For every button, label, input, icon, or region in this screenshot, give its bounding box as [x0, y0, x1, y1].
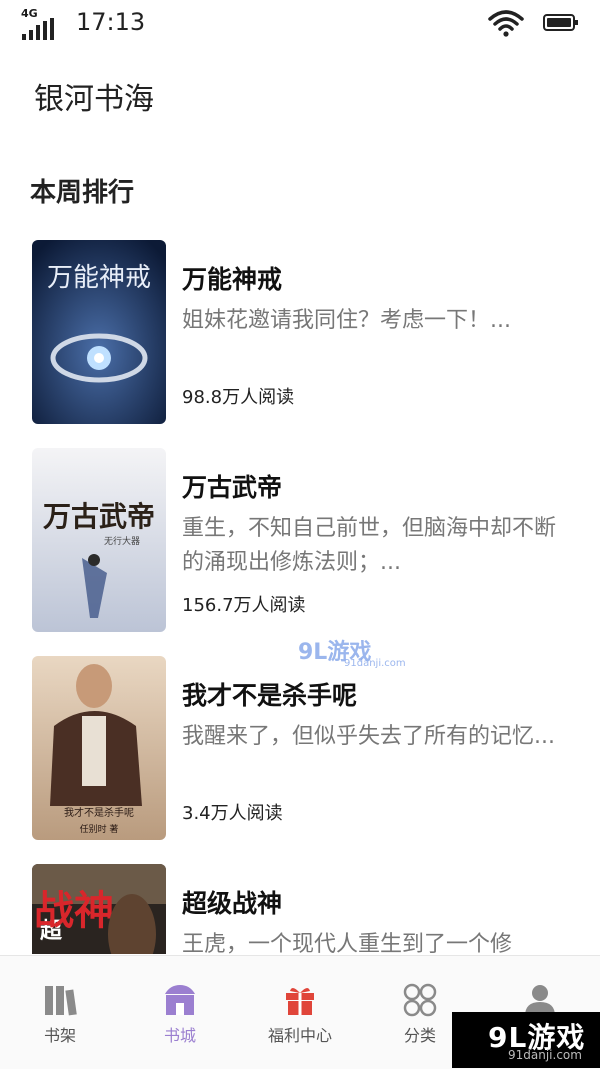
cover-title: 我才不是杀手呢	[64, 806, 134, 819]
tab-label: 书架	[43, 1026, 76, 1045]
cover-title: 万古武帝	[43, 500, 155, 533]
book-cover[interactable]: 超 战神	[32, 864, 166, 954]
book-description: 王虎，一个现代人重生到了一个修	[182, 932, 513, 954]
cover-author: 无行大器	[104, 535, 140, 547]
book-cover[interactable]: 万古武帝 无行大器	[32, 448, 166, 632]
book-title[interactable]: 万能神戒	[182, 260, 282, 296]
book-description: 姐妹花邀请我同住？考虑一下！...	[182, 308, 511, 333]
bookstore-icon	[165, 985, 195, 1015]
cover-title: 万能神戒	[47, 263, 151, 293]
book-item[interactable]: 超 战神 超级战神 王虎，一个现代人重生到了一个修	[0, 864, 600, 954]
watermark-badge: 9L游戏 91danji.com	[452, 1012, 600, 1068]
book-item[interactable]: 我才不是杀手呢 任别时 著 我才不是杀手呢 我醒来了，但似乎失去了所有的记忆..…	[0, 656, 600, 842]
book-title[interactable]: 我才不是杀手呢	[182, 676, 357, 712]
section-title: 本周排行	[30, 178, 135, 208]
battery-icon	[543, 14, 578, 31]
book-description: 我醒来了，但似乎失去了所有的记忆...	[182, 724, 555, 749]
cover-author: 任别时 著	[80, 823, 119, 835]
book-read-count: 3.4万人阅读	[182, 803, 283, 824]
app-title: 银河书海	[34, 82, 154, 117]
book-title[interactable]: 万古武帝	[182, 468, 282, 504]
tab-welfare-center[interactable]: 福利中心	[240, 956, 360, 1046]
gift-icon	[286, 987, 314, 1015]
ranking-list[interactable]: 万能神戒 万能神戒 姐妹花邀请我同住？考虑一下！... 98.8万人阅读 万古武…	[0, 238, 600, 954]
book-cover[interactable]: 我才不是杀手呢 任别时 著	[32, 656, 166, 840]
tab-label: 福利中心	[267, 1026, 332, 1045]
book-read-count: 98.8万人阅读	[182, 387, 295, 408]
book-read-count: 156.7万人阅读	[182, 595, 306, 616]
bookshelf-icon	[45, 986, 77, 1016]
book-cover[interactable]: 万能神戒	[32, 240, 166, 424]
cover-title: 战神	[34, 888, 114, 934]
status-time: 17:13	[76, 8, 146, 36]
tab-label: 书城	[163, 1026, 196, 1045]
tab-bookstore[interactable]: 书城	[120, 956, 240, 1046]
book-item[interactable]: 万能神戒 万能神戒 姐妹花邀请我同住？考虑一下！... 98.8万人阅读	[0, 240, 600, 426]
watermark-sub: 91danji.com	[508, 1048, 582, 1062]
watermark-url: 91danji.com	[344, 658, 406, 669]
book-description: 重生，不知自己前世，但脑海中却不断的涌现出修炼法则；...	[182, 516, 557, 575]
book-title[interactable]: 超级战神	[182, 884, 282, 920]
status-bar: 4G 17:13	[0, 0, 600, 48]
wifi-icon	[488, 10, 524, 37]
tab-bookshelf[interactable]: 书架	[0, 956, 120, 1046]
signal-icon	[22, 18, 56, 40]
book-item[interactable]: 万古武帝 无行大器 万古武帝 重生，不知自己前世，但脑海中却不断的涌现出修炼法则…	[0, 448, 600, 634]
category-icon	[403, 983, 437, 1017]
